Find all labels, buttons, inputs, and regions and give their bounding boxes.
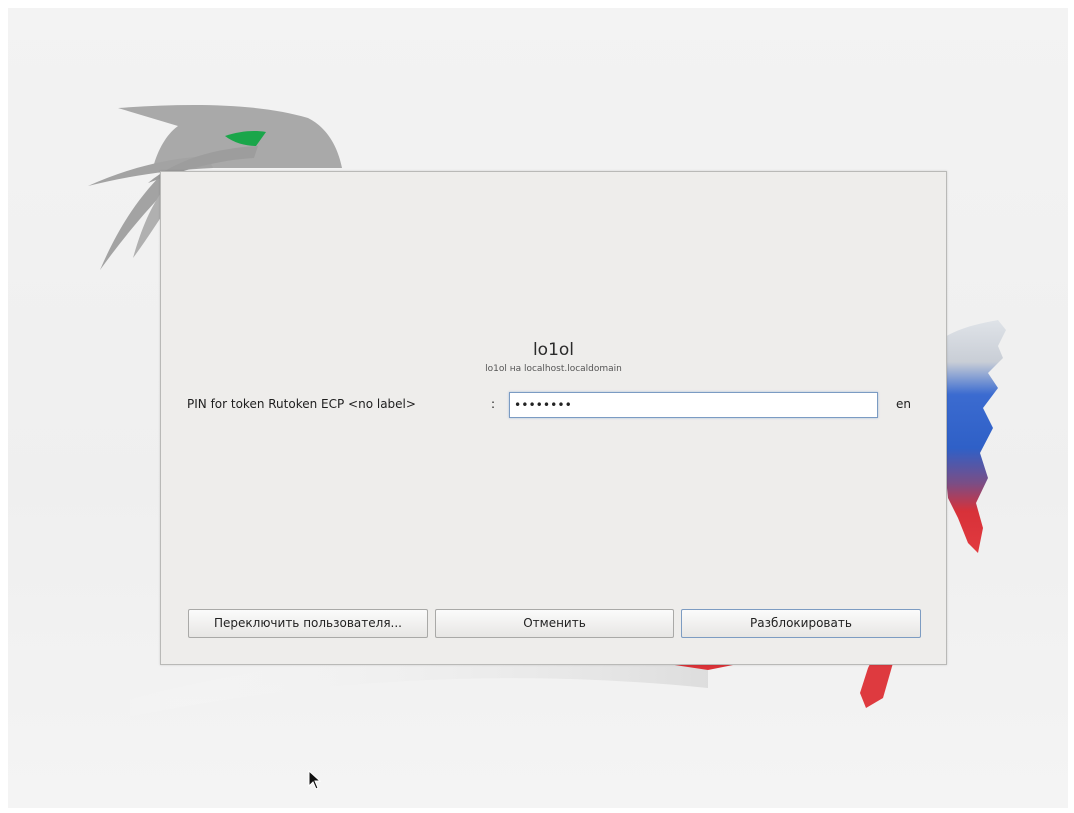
desktop-background: lo1ol lo1ol на localhost.localdomain PIN… <box>8 8 1068 808</box>
pin-separator: : <box>491 397 496 411</box>
pin-label: PIN for token Rutoken ECP <no label> <box>187 397 416 411</box>
keyboard-layout-indicator[interactable]: en <box>896 397 911 411</box>
cancel-button[interactable]: Отменить <box>435 609 674 638</box>
unlock-dialog: lo1ol lo1ol на localhost.localdomain PIN… <box>160 171 947 665</box>
user-name: lo1ol <box>532 340 575 360</box>
switch-user-button[interactable]: Переключить пользователя... <box>188 609 428 638</box>
pin-input[interactable]: •••••••• <box>509 392 878 418</box>
user-host: lo1ol на localhost.localdomain <box>485 364 622 374</box>
mouse-pointer-icon <box>308 770 322 790</box>
unlock-button[interactable]: Разблокировать <box>681 609 921 638</box>
